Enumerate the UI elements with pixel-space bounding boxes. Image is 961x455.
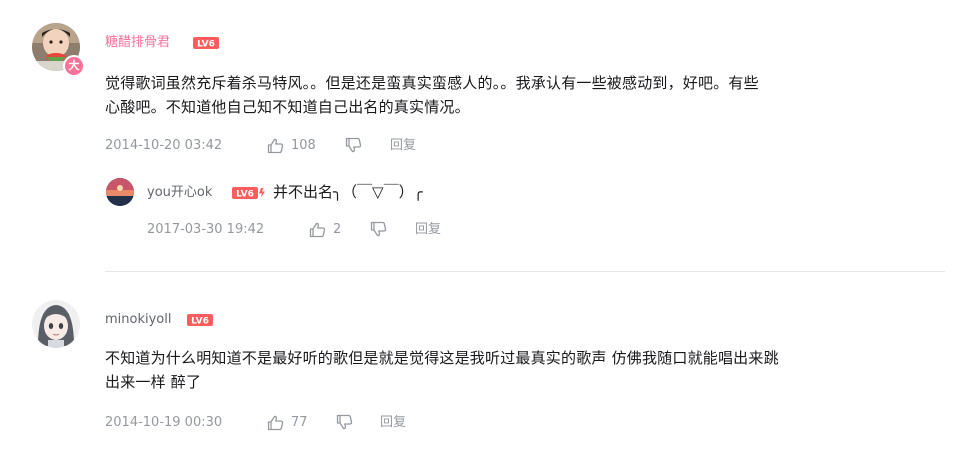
like-button[interactable]: 2 xyxy=(309,221,341,239)
level-badge-icon: LV6 xyxy=(232,187,265,200)
avatar-image xyxy=(32,300,80,348)
thumbs-up-icon xyxy=(267,138,284,154)
comment-text: 不知道为什么明知道不是最好听的歌但是就是觉得这是我听过最真实的歌声 仿佛我随口就… xyxy=(105,346,950,394)
reply-avatar[interactable] xyxy=(106,178,134,206)
comment-time: 2014-10-19 00:30 xyxy=(105,415,223,430)
comment-text: 觉得歌词虽然充斥着杀马特风。。但是还是蛮真实蛮感人的。。我承认有一些被感动到，好… xyxy=(105,71,945,119)
reply-button[interactable]: 回复 xyxy=(390,137,416,155)
level-badge-icon: LV6 xyxy=(187,314,213,326)
comment-text-line: 出来一样 醉了 xyxy=(105,373,202,391)
dislike-button[interactable] xyxy=(336,414,353,430)
comment-item: minokiyoll LV6 不知道为什么明知道不是最好听的歌但是就是觉得这是我… xyxy=(0,272,961,455)
like-count: 77 xyxy=(291,415,308,430)
comment-item: 大 糖醋排骨君 LV6 觉得歌词虽然充斥着杀马特风。。但是还是蛮真实蛮感人的。。… xyxy=(0,0,961,265)
avatar[interactable] xyxy=(32,300,80,348)
reply-username[interactable]: you开心ok xyxy=(147,184,212,202)
like-button[interactable]: 77 xyxy=(267,414,308,432)
reply-button[interactable]: 回复 xyxy=(415,221,441,239)
username[interactable]: minokiyoll xyxy=(105,311,171,329)
dislike-button[interactable] xyxy=(345,137,362,153)
comment-meta: 2014-10-20 03:42 108 回复 xyxy=(105,137,505,155)
thumbs-up-icon xyxy=(267,415,284,431)
level-badge-text: LV6 xyxy=(197,40,215,50)
dislike-button[interactable] xyxy=(370,221,387,237)
username[interactable]: 糖醋排骨君 xyxy=(105,34,170,52)
comment-text-line: 不知道为什么明知道不是最好听的歌但是就是觉得这是我听过最真实的歌声 仿佛我随口就… xyxy=(105,349,779,367)
thumbs-down-icon xyxy=(370,221,387,237)
reply-time: 2017-03-30 19:42 xyxy=(147,222,265,237)
like-button[interactable]: 108 xyxy=(267,137,316,155)
avatar-badge: 大 xyxy=(63,55,85,77)
reply-button[interactable]: 回复 xyxy=(380,414,406,432)
reply-text: 并不出名╮（￣▽￣）╭ xyxy=(273,183,423,201)
comment-text-line: 觉得歌词虽然充斥着杀马特风。。但是还是蛮真实蛮感人的。。我承认有一些被感动到，好… xyxy=(105,74,759,92)
thumbs-up-icon xyxy=(309,222,326,238)
thumbs-down-icon xyxy=(345,137,362,153)
level-badge-text: LV6 xyxy=(236,190,254,200)
level-badge-icon: LV6 xyxy=(193,37,219,49)
like-count: 2 xyxy=(333,222,342,237)
comment-meta: 2014-10-19 00:30 77 回复 xyxy=(105,414,505,432)
reply-meta: 2017-03-30 19:42 2 回复 xyxy=(147,221,547,239)
avatar-image xyxy=(106,178,134,206)
comment-time: 2014-10-20 03:42 xyxy=(105,138,223,153)
level-badge-text: LV6 xyxy=(191,317,209,327)
thumbs-down-icon xyxy=(336,414,353,430)
like-count: 108 xyxy=(291,138,316,153)
comment-text-line: 心酸吧。不知道他自己知不知道自己出名的真实情况。 xyxy=(105,98,470,116)
